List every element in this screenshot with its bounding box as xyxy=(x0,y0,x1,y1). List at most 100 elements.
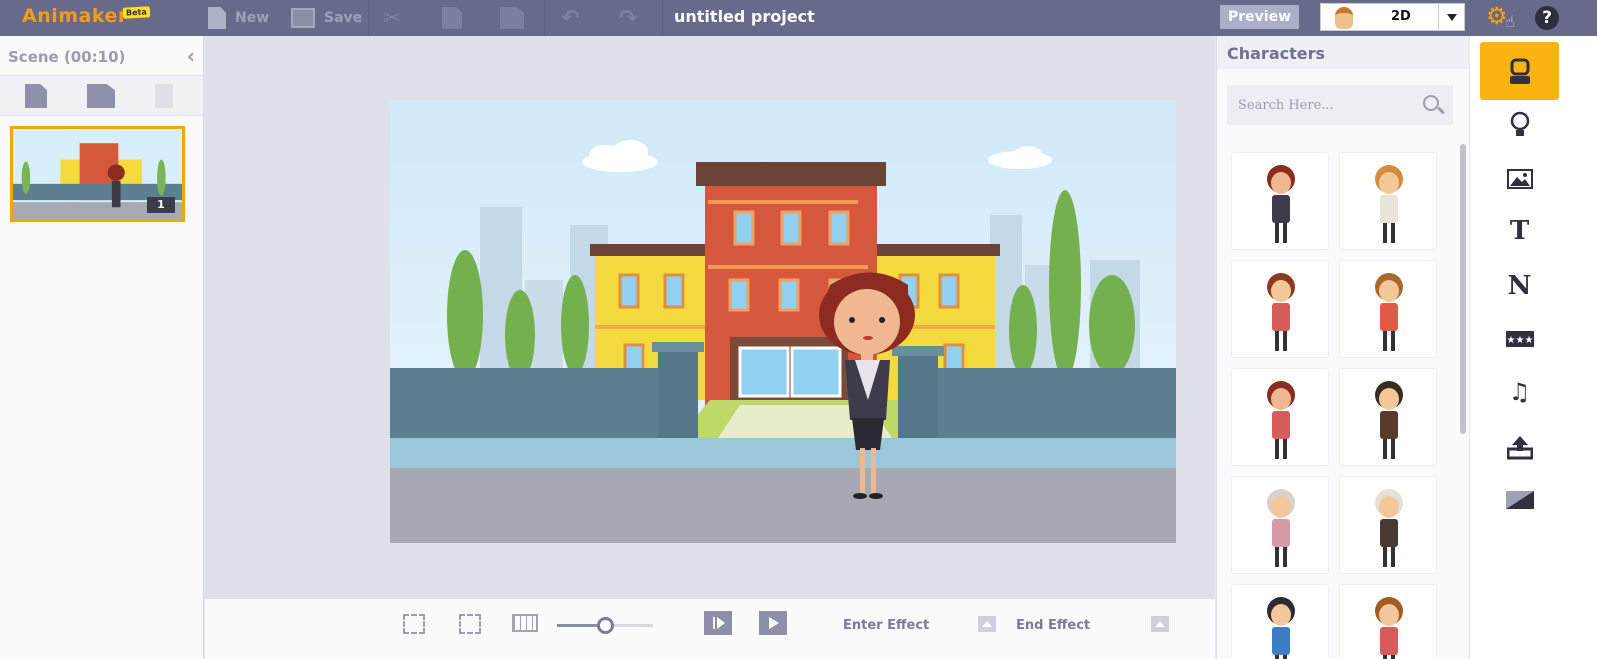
text-icon: T xyxy=(1509,216,1530,246)
add-scene-icon[interactable] xyxy=(25,84,47,108)
number-icon: N xyxy=(1507,271,1532,301)
asset-toolbar: T N ★★★ ♫ xyxy=(1470,36,1597,659)
chevron-down-icon[interactable] xyxy=(1438,4,1464,30)
character-face-icon xyxy=(1335,7,1353,29)
character-tool[interactable] xyxy=(1480,42,1559,100)
scissors-icon: ✂ xyxy=(383,5,402,31)
end-effect-toggle-icon[interactable] xyxy=(1151,616,1169,632)
rating-badge-icon: ★★★ xyxy=(1505,331,1534,347)
upload-icon xyxy=(1506,436,1533,460)
characters-title: Characters xyxy=(1227,44,1326,63)
delete-scene-icon[interactable] xyxy=(155,84,173,108)
play-button[interactable] xyxy=(759,611,787,635)
character-figure-old-woman-cane xyxy=(1267,489,1295,567)
music-note-icon: ♫ xyxy=(1508,378,1531,406)
mode-value: 2D xyxy=(1391,9,1411,24)
character-figure-girl-headband xyxy=(1267,273,1295,351)
search-icon[interactable] xyxy=(1423,95,1439,111)
duplicate-scene-icon[interactable] xyxy=(87,84,115,108)
character-figure-man-yellow-tie xyxy=(1375,165,1403,243)
character-card-girl-headband[interactable] xyxy=(1231,260,1329,358)
background-icon xyxy=(1505,491,1534,509)
image-tool[interactable] xyxy=(1480,150,1559,208)
scene-background-illustration xyxy=(390,100,1176,543)
copy-button[interactable] xyxy=(442,6,462,30)
character-search xyxy=(1227,85,1453,125)
redo-icon: ↷ xyxy=(619,5,638,31)
focus-icon[interactable] xyxy=(403,614,425,634)
top-toolbar: Animaker Beta New Save ✂ ↶ ↷ untitled pr… xyxy=(0,0,1597,36)
character-figure-boy-kid xyxy=(1267,597,1295,659)
undo-icon: ↶ xyxy=(561,5,580,31)
character-card-man-brown-suit[interactable] xyxy=(1339,368,1437,466)
character-figure-woman-business-suit xyxy=(1267,165,1295,243)
idea-tool[interactable] xyxy=(1480,96,1559,154)
character-card-man-yellow-tie[interactable] xyxy=(1339,152,1437,250)
play-scene-button[interactable] xyxy=(704,611,732,635)
character-card-woman-red-top[interactable] xyxy=(1231,368,1329,466)
character-card-boy-red-shirt[interactable] xyxy=(1339,260,1437,358)
character-card-girl-pigtails[interactable] xyxy=(1339,584,1437,659)
search-input[interactable] xyxy=(1227,85,1417,125)
zoom-slider[interactable] xyxy=(557,617,653,634)
character-figure-boy-red-shirt xyxy=(1375,273,1403,351)
upload-tool[interactable] xyxy=(1480,418,1559,476)
enter-effect-label[interactable]: Enter Effect xyxy=(843,618,929,633)
text-tool[interactable]: T xyxy=(1480,202,1559,260)
fit-screen-icon[interactable] xyxy=(459,614,481,634)
grid-icon[interactable] xyxy=(512,614,538,632)
character-card-boy-kid[interactable] xyxy=(1231,584,1329,659)
lightbulb-icon xyxy=(1510,111,1529,136)
save-icon xyxy=(291,8,315,28)
zoom-slider-knob[interactable] xyxy=(597,617,614,634)
save-button[interactable]: Save xyxy=(291,6,362,30)
save-button-label: Save xyxy=(324,10,363,26)
character-card-woman-business-suit[interactable] xyxy=(1231,152,1329,250)
redo-button[interactable]: ↷ xyxy=(619,5,638,31)
copy-icon xyxy=(442,7,462,29)
character-figure-old-man-cane xyxy=(1375,489,1403,567)
stage-canvas[interactable] xyxy=(390,100,1176,543)
scene-title: Scene (00:10) xyxy=(8,48,126,66)
timeline-controls: Enter Effect End Effect xyxy=(205,598,1215,659)
chevron-left-icon[interactable]: ‹ xyxy=(187,44,195,68)
mouse-cursor-icon: ☝ xyxy=(1505,12,1515,31)
end-effect-label[interactable]: End Effect xyxy=(1016,618,1090,633)
music-tool[interactable]: ♫ xyxy=(1480,363,1559,421)
scene-panel-header: Scene (00:10) ‹ xyxy=(0,36,203,76)
scene-number-badge: 1 xyxy=(147,197,175,213)
play-icon xyxy=(713,617,725,629)
character-figure-girl-pigtails xyxy=(1375,597,1403,659)
new-button-label: New xyxy=(235,10,270,26)
new-button[interactable]: New xyxy=(208,6,269,30)
mode-dropdown[interactable]: 2D xyxy=(1320,3,1465,31)
help-icon[interactable]: ? xyxy=(1535,6,1559,30)
characters-panel: Characters xyxy=(1216,36,1469,659)
scene-tools xyxy=(0,76,203,116)
number-tool[interactable]: N xyxy=(1480,257,1559,315)
background-tool[interactable] xyxy=(1480,471,1559,529)
character-figure-man-brown-suit xyxy=(1375,381,1403,459)
character-card-old-man-cane[interactable] xyxy=(1339,476,1437,574)
cut-button[interactable]: ✂ xyxy=(383,5,402,31)
app-logo: Animaker xyxy=(22,5,128,27)
preview-button[interactable]: Preview xyxy=(1220,5,1299,29)
scrollbar[interactable] xyxy=(1460,144,1466,434)
new-document-icon xyxy=(208,7,226,29)
play-triangle-icon xyxy=(769,617,779,629)
image-icon xyxy=(1506,169,1533,189)
character-card-old-woman-cane[interactable] xyxy=(1231,476,1329,574)
character-figure-woman-red-top xyxy=(1267,381,1295,459)
beta-badge: Beta xyxy=(122,6,151,19)
scene-panel: Scene (00:10) ‹ 1 xyxy=(0,36,204,659)
enter-effect-toggle-icon[interactable] xyxy=(978,616,996,632)
paste-icon xyxy=(500,7,524,29)
undo-button[interactable]: ↶ xyxy=(561,5,580,31)
project-title[interactable]: untitled project xyxy=(674,7,815,26)
scene-thumbnail[interactable]: 1 xyxy=(10,126,185,222)
character-icon xyxy=(1509,58,1530,84)
characters-panel-header: Characters xyxy=(1217,36,1469,69)
svg-text:★★★: ★★★ xyxy=(1506,335,1533,346)
paste-button[interactable] xyxy=(500,6,524,30)
badge-tool[interactable]: ★★★ xyxy=(1480,310,1559,368)
